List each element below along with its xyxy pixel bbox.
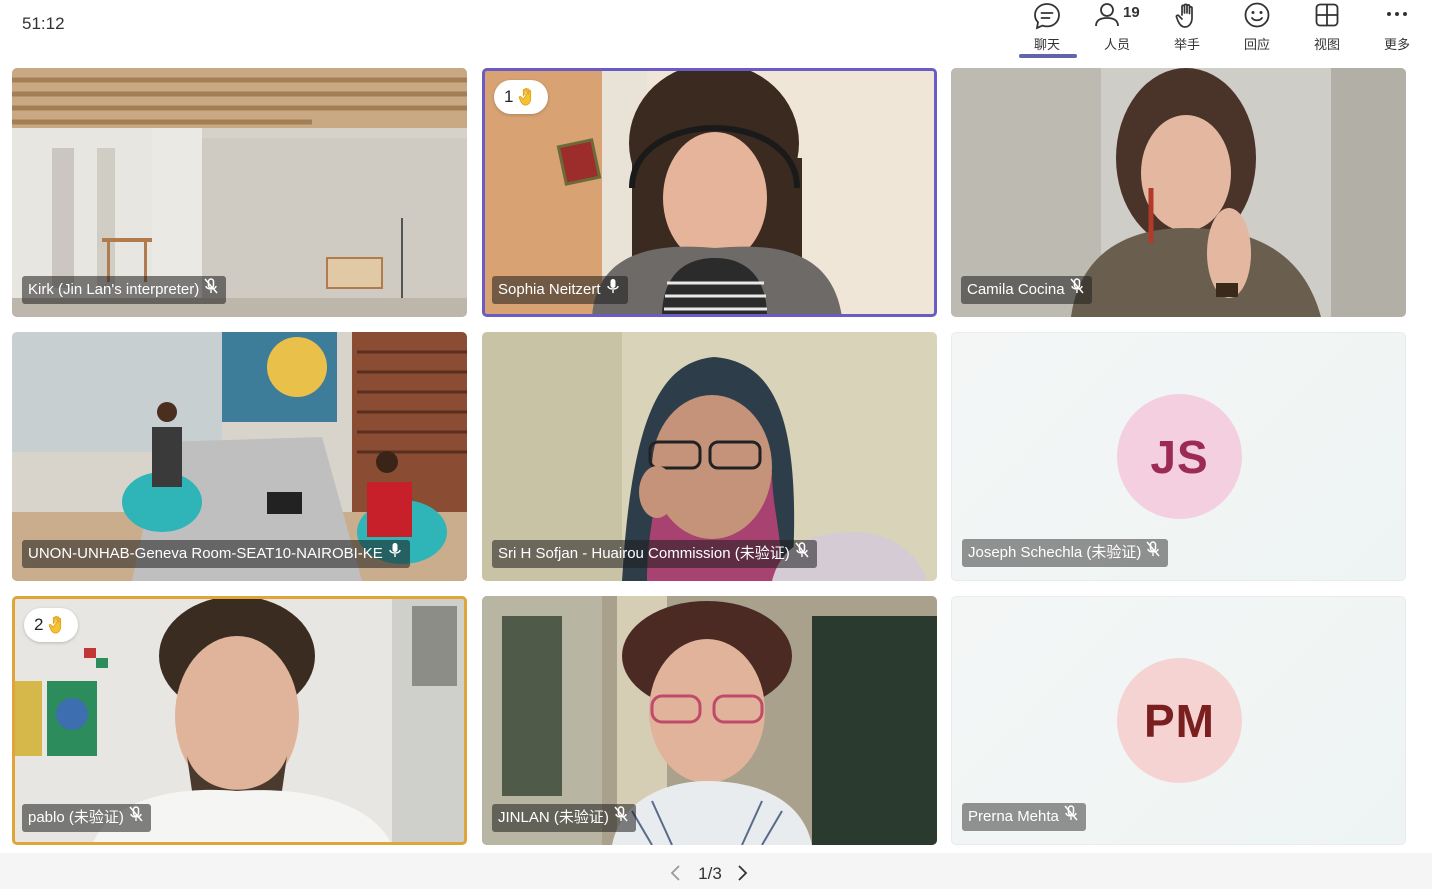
chevron-left-icon (670, 865, 680, 881)
participant-name: pablo (未验证) (28, 809, 124, 826)
avatar-initials: JS (1150, 430, 1209, 483)
participant-name: Joseph Schechla (未验证) (968, 544, 1142, 561)
chevron-right-icon (738, 865, 748, 881)
hand-raise-order: 1 (504, 87, 514, 106)
participant-name-tag: Sophia Neitzert (492, 276, 628, 304)
chat-label: 聊天 (1033, 37, 1060, 52)
mic-muted-icon (1069, 276, 1084, 304)
participant-tile-jinlan[interactable]: JINLAN (未验证) (482, 596, 937, 845)
participant-name-tag: Kirk (Jin Lan's interpreter) (22, 276, 227, 304)
chat-icon (1034, 3, 1060, 30)
people-label: 人员 (1103, 37, 1130, 52)
mic-muted-icon (1146, 539, 1160, 567)
participant-tile-sophia[interactable]: 1 Sophia Neitzert (482, 68, 937, 317)
raised-hand-icon (519, 88, 532, 106)
react-label: 回应 (1243, 37, 1270, 52)
mic-muted-icon (1064, 803, 1078, 831)
avatar: PM (1117, 658, 1242, 783)
raised-hand-badge: 2 (24, 608, 79, 642)
people-button[interactable]: 19 人员 (1087, 0, 1147, 58)
participant-name-tag: JINLAN (未验证) (492, 804, 636, 832)
mic-on-icon (606, 276, 620, 304)
participant-name-tag: pablo (未验证) (22, 804, 151, 832)
raise-hand-button[interactable]: 举手 (1157, 0, 1217, 58)
participant-name: JINLAN (未验证) (498, 809, 609, 826)
participant-name: Sophia Neitzert (498, 281, 601, 298)
more-icon (1387, 12, 1407, 16)
react-button[interactable]: 回应 (1227, 0, 1287, 58)
participant-name-tag: Camila Cocina (961, 276, 1092, 304)
participant-name: Sri H Sofjan - Huairou Commission (未验证) (498, 545, 790, 562)
hand-raise-order: 2 (34, 615, 44, 634)
participant-name: Camila Cocina (967, 281, 1065, 298)
participant-name-tag: UNON-UNHAB-Geneva Room-SEAT10-NAIROBI-KE (22, 540, 410, 568)
raise-hand-label: 举手 (1173, 37, 1200, 52)
raised-hand-icon (49, 616, 62, 634)
previous-page-button[interactable] (667, 863, 685, 883)
participant-tile-unon-room[interactable]: UNON-UNHAB-Geneva Room-SEAT10-NAIROBI-KE (12, 332, 467, 581)
page-navigation: 1/3 (0, 853, 1432, 889)
participant-name: UNON-UNHAB-Geneva Room-SEAT10-NAIROBI-KE (28, 545, 383, 562)
video-grid: Kirk (Jin Lan's interpreter) 1 Sophia Ne… (0, 60, 1432, 853)
avatar-initials: PM (1144, 694, 1215, 747)
mic-on-icon (388, 540, 402, 568)
meeting-timer: 51:12 (22, 14, 65, 33)
participant-tile-pablo[interactable]: 2 pablo (未验证) (12, 596, 467, 845)
mic-muted-icon (204, 276, 218, 304)
page-indicator: 1/3 (698, 864, 722, 883)
grid-view-icon (1315, 3, 1339, 27)
mic-muted-icon (795, 540, 809, 568)
participant-name-tag: Prerna Mehta (962, 803, 1086, 831)
raise-hand-icon (1175, 3, 1193, 28)
next-page-button[interactable] (733, 863, 751, 883)
raised-hand-badge: 1 (494, 80, 549, 114)
mic-muted-icon (129, 804, 143, 832)
more-button[interactable]: 更多 (1367, 0, 1427, 58)
active-tab-indicator (1019, 54, 1077, 58)
participant-name-tag: Sri H Sofjan - Huairou Commission (未验证) (492, 540, 817, 568)
participant-tile-kirk[interactable]: Kirk (Jin Lan's interpreter) (12, 68, 467, 317)
smiley-icon (1244, 2, 1270, 28)
avatar: JS (1117, 394, 1242, 519)
participant-name-tag: Joseph Schechla (未验证) (962, 539, 1169, 567)
people-count: 19 (1123, 4, 1140, 21)
mic-muted-icon (614, 804, 628, 832)
participant-name: Prerna Mehta (968, 808, 1059, 825)
view-label: 视图 (1313, 37, 1340, 52)
chat-button[interactable]: 聊天 (1017, 0, 1077, 58)
participant-tile-camila[interactable]: Camila Cocina (951, 68, 1406, 317)
participant-tile-sri-sofjan[interactable]: Sri H Sofjan - Huairou Commission (未验证) (482, 332, 937, 581)
meeting-toolbar: 51:12 聊天 19 人员 举手 回应 视图 更多 (0, 0, 1432, 61)
more-label: 更多 (1383, 37, 1410, 52)
participant-name: Kirk (Jin Lan's interpreter) (28, 281, 200, 298)
participant-tile-prerna[interactable]: PM Prerna Mehta (951, 596, 1406, 845)
people-icon (1095, 3, 1119, 27)
participant-tile-joseph[interactable]: JS Joseph Schechla (未验证) (951, 332, 1406, 581)
view-button[interactable]: 视图 (1297, 0, 1357, 58)
